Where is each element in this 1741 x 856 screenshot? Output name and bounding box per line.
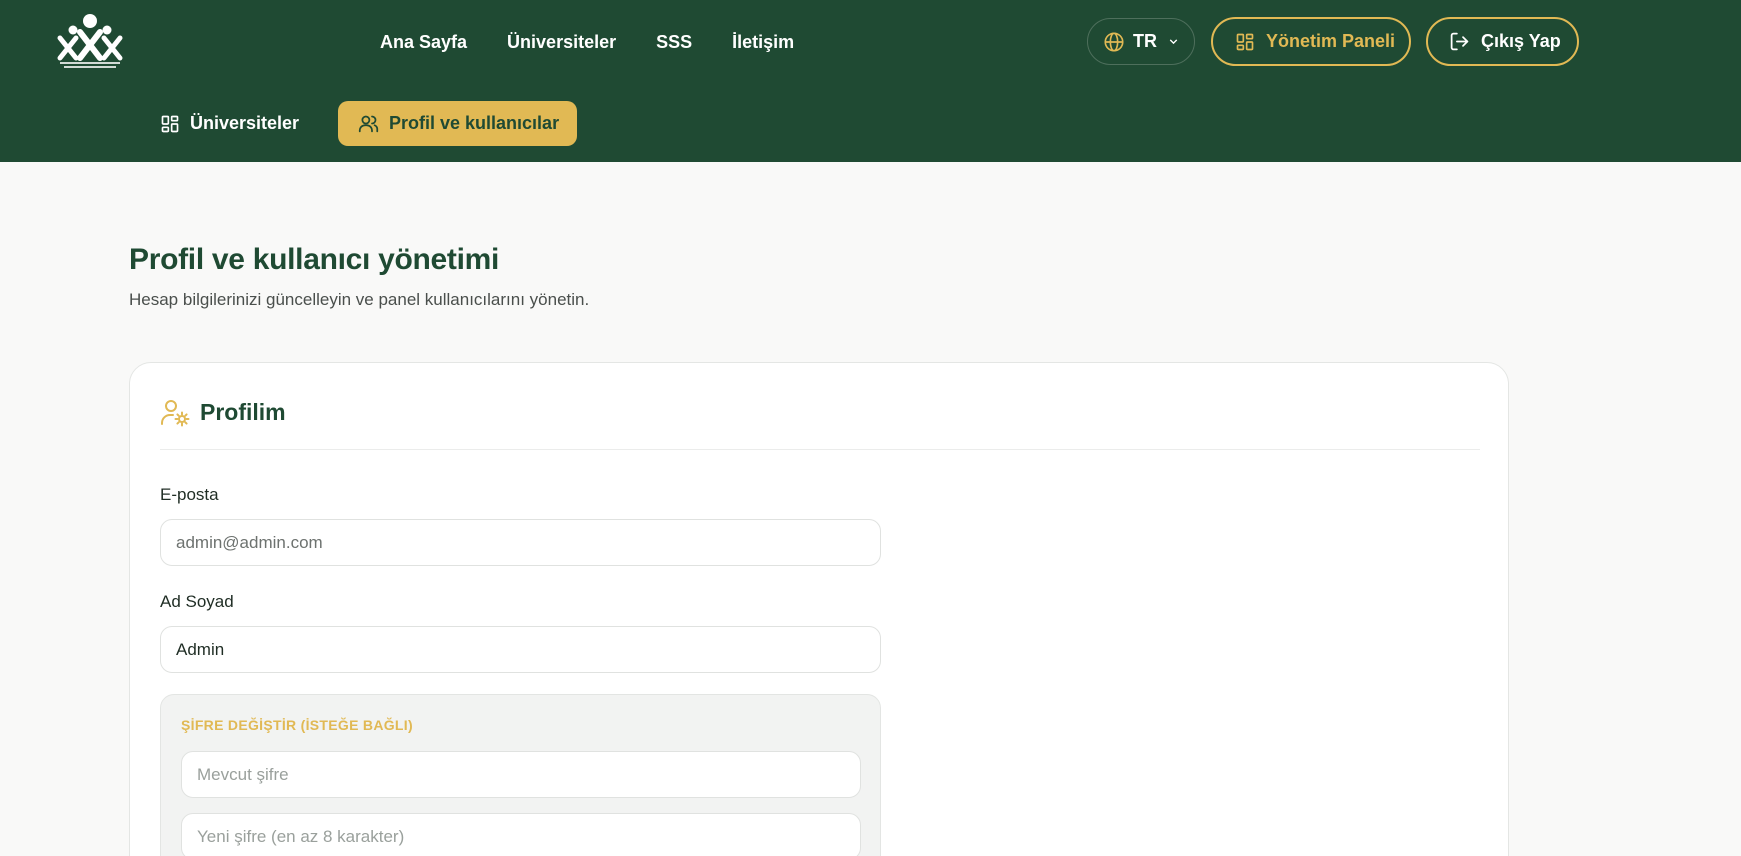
logout-label: Çıkış Yap (1481, 31, 1561, 51)
top-header: Ana Sayfa Üniversiteler SSS İletişim TR … (0, 0, 1741, 162)
admin-panel-label: Yönetim Paneli (1266, 31, 1396, 51)
nav-home[interactable]: Ana Sayfa (380, 29, 467, 55)
name-field[interactable] (160, 626, 881, 673)
nav-faq[interactable]: SSS (656, 29, 692, 55)
profile-card: Profilim E-posta Ad Soyad ŞİFRE DEĞİŞTİR… (129, 362, 1509, 856)
profile-card-title: Profilim (200, 398, 286, 425)
language-selector[interactable]: TR (1087, 18, 1195, 65)
page-title: Profil ve kullanıcı yönetimi (129, 243, 500, 276)
nav-contact[interactable]: İletişim (732, 29, 794, 55)
dashboard-icon (1236, 33, 1254, 50)
logo[interactable] (56, 12, 124, 70)
admin-panel-button[interactable]: Yönetim Paneli (1211, 17, 1411, 66)
logout-icon (1450, 32, 1469, 51)
subnav-universities-label: Üniversiteler (190, 113, 300, 133)
nav-universities[interactable]: Üniversiteler (507, 29, 616, 55)
email-label: E-posta (160, 485, 219, 504)
user-settings-icon (161, 400, 190, 427)
divider (160, 449, 1480, 450)
name-label: Ad Soyad (160, 592, 234, 611)
subnav-universities[interactable]: Üniversiteler (160, 101, 299, 146)
email-field[interactable] (160, 519, 881, 566)
language-label: TR (1133, 31, 1157, 51)
new-password-input[interactable] (181, 813, 861, 856)
profile-card-header: Profilim (160, 397, 286, 427)
dashboard-icon (161, 115, 179, 132)
password-change-section: ŞİFRE DEĞİŞTİR (İSTEĞE BAĞLI) (160, 694, 881, 856)
subnav-profile-users[interactable]: Profil ve kullanıcılar (338, 101, 577, 146)
logout-button[interactable]: Çıkış Yap (1426, 17, 1579, 66)
page-subtitle: Hesap bilgilerinizi güncelleyin ve panel… (129, 290, 590, 309)
current-password-input[interactable] (181, 751, 861, 798)
main-nav: Ana Sayfa Üniversiteler SSS İletişim (380, 29, 794, 55)
subnav-profile-label: Profil ve kullanıcılar (389, 113, 560, 133)
password-section-label: ŞİFRE DEĞİŞTİR (İSTEĞE BAĞLI) (181, 717, 413, 733)
globe-icon (1104, 31, 1124, 52)
chevron-down-icon (1169, 39, 1178, 45)
users-icon (358, 115, 379, 133)
